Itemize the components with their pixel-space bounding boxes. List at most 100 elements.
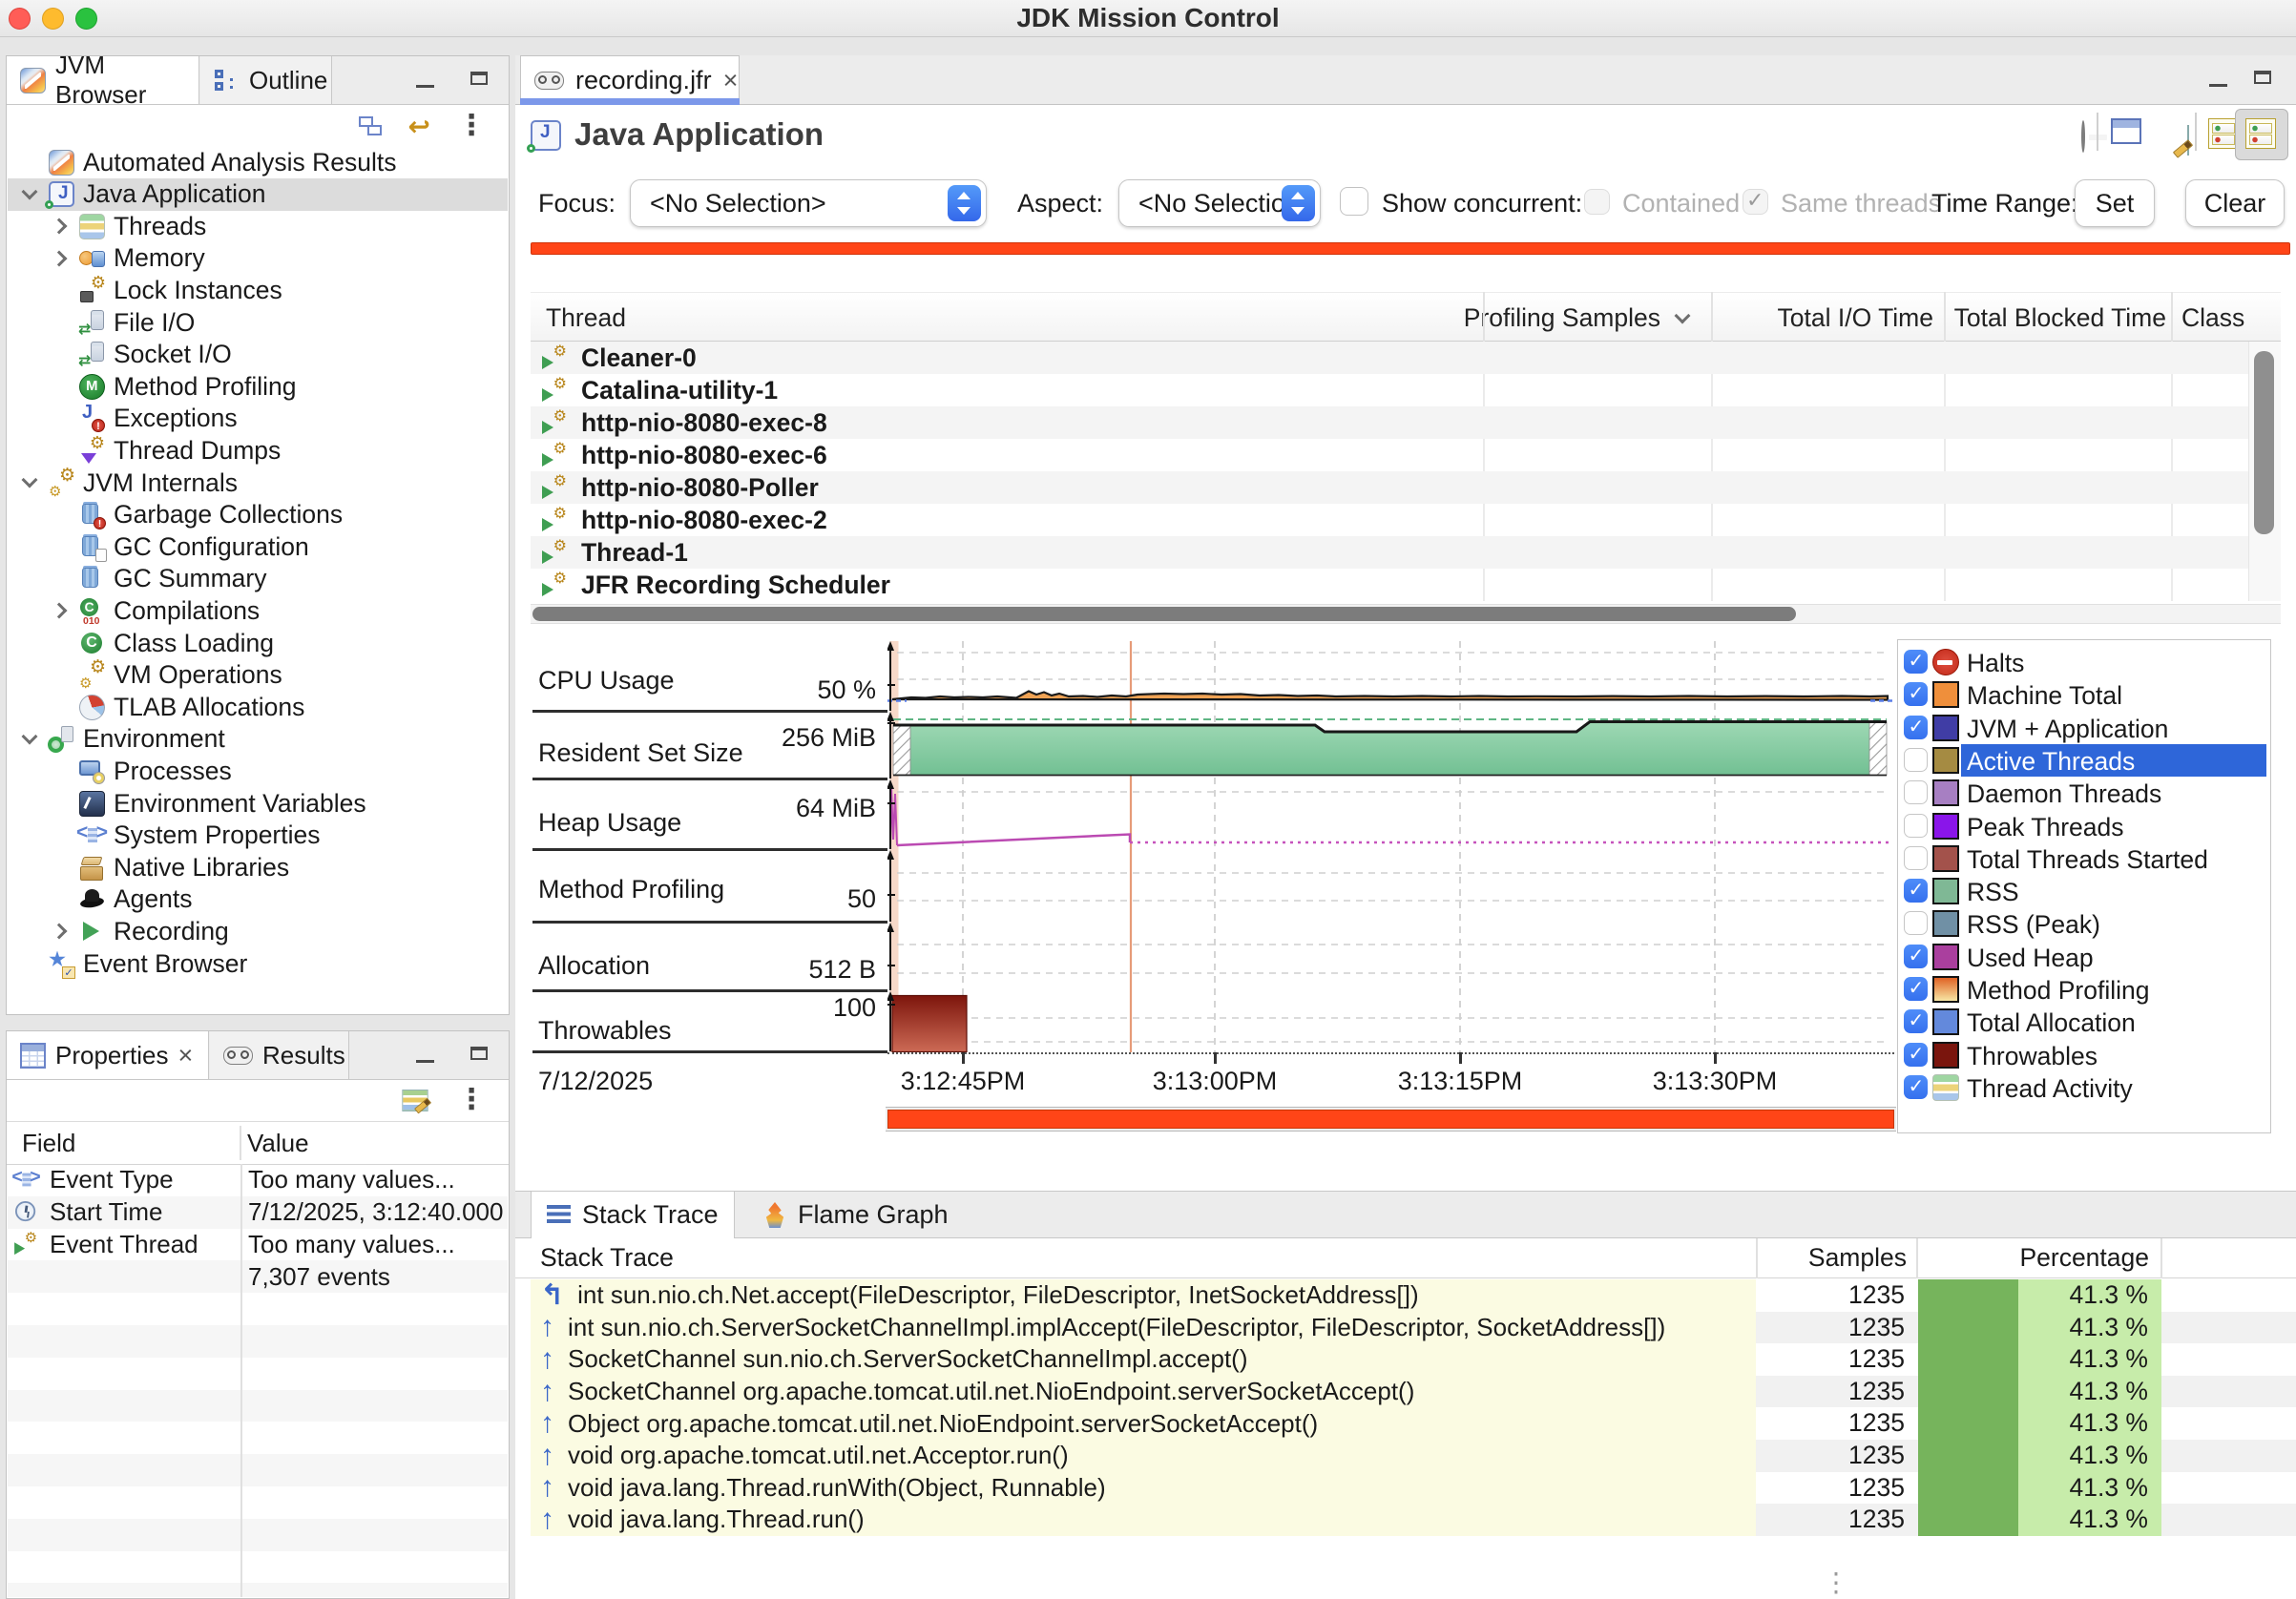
export-properties-icon[interactable] bbox=[402, 1090, 428, 1111]
property-row-empty[interactable] bbox=[8, 1293, 508, 1325]
contained-checkbox[interactable] bbox=[1584, 189, 1610, 215]
tree-item-compilations[interactable]: Compilations bbox=[8, 594, 508, 627]
property-row-empty[interactable] bbox=[8, 1358, 508, 1390]
thread-table-vscroll-thumb[interactable] bbox=[2254, 351, 2274, 534]
legend-checkbox-rss[interactable] bbox=[1904, 879, 1928, 903]
legend-checkbox-used-heap[interactable] bbox=[1904, 945, 1928, 968]
stack-frame-row[interactable]: ↑void java.lang.Thread.run()123541.3 % bbox=[515, 1504, 2296, 1536]
dropdown-stepper-icon[interactable] bbox=[948, 185, 981, 221]
property-row-empty[interactable] bbox=[8, 1454, 508, 1486]
show-concurrent-checkbox[interactable] bbox=[1340, 187, 1368, 216]
thread-row[interactable]: Cleaner-0 bbox=[531, 342, 2248, 374]
tree-item-tlab-allocations[interactable]: TLAB Allocations bbox=[8, 691, 508, 723]
class-column-header[interactable]: Class bbox=[2181, 303, 2264, 333]
stack-frame-row[interactable]: ↑int sun.nio.ch.ServerSocketChannelImpl.… bbox=[515, 1312, 2296, 1344]
legend-checkbox-daemon-threads[interactable] bbox=[1904, 780, 1928, 804]
view-menu-icon[interactable]: ⋮ bbox=[457, 1086, 486, 1114]
edit-table-columns-icon[interactable] bbox=[2187, 125, 2189, 156]
tree-item-native-libraries[interactable]: Native Libraries bbox=[8, 851, 508, 883]
total-blocked-time-column-header[interactable]: Total Blocked Time bbox=[1943, 303, 2166, 333]
legend-item-machine-total[interactable]: Machine Total bbox=[1898, 678, 2270, 711]
stack-frame-row[interactable]: ↑SocketChannel sun.nio.ch.ServerSocketCh… bbox=[515, 1343, 2296, 1376]
thread-row[interactable]: Catalina-utility-1 bbox=[531, 374, 2248, 406]
chevron-right-icon[interactable] bbox=[50, 216, 71, 237]
tree-item-exceptions[interactable]: Exceptions bbox=[8, 403, 508, 435]
tab-properties[interactable]: Properties × bbox=[7, 1031, 209, 1079]
tree-item-class-loading[interactable]: Class Loading bbox=[8, 627, 508, 659]
tree-item-lock-instances[interactable]: Lock Instances bbox=[8, 274, 508, 306]
legend-checkbox-rss-peak[interactable] bbox=[1904, 911, 1928, 935]
property-row[interactable]: 7,307 events bbox=[8, 1260, 508, 1293]
maximize-view-icon[interactable] bbox=[470, 1047, 488, 1060]
legend-checkbox-total-threads-started[interactable] bbox=[1904, 846, 1928, 870]
percentage-column-header[interactable]: Percentage bbox=[1924, 1243, 2149, 1273]
legend-checkbox-throwables[interactable] bbox=[1904, 1043, 1928, 1067]
maximize-editor-icon[interactable] bbox=[2254, 71, 2271, 84]
legend-item-throwables[interactable]: Throwables bbox=[1898, 1039, 2270, 1071]
stack-frame-row[interactable]: ↑SocketChannel org.apache.tomcat.util.ne… bbox=[515, 1376, 2296, 1408]
no-selection-icon[interactable] bbox=[2081, 120, 2085, 153]
chevron-down-icon[interactable] bbox=[19, 472, 40, 493]
legend-item-method-profiling[interactable]: Method Profiling bbox=[1898, 973, 2270, 1006]
chevron-right-icon[interactable] bbox=[50, 921, 71, 942]
property-row-empty[interactable] bbox=[8, 1486, 508, 1519]
chevron-right-icon[interactable] bbox=[50, 248, 71, 269]
tab-stack-trace[interactable]: Stack Trace bbox=[531, 1192, 735, 1238]
tree-item-vm-operations[interactable]: VM Operations bbox=[8, 659, 508, 692]
legend-checkbox-machine-total[interactable] bbox=[1904, 682, 1928, 706]
clear-button[interactable]: Clear bbox=[2185, 179, 2285, 227]
property-row-empty[interactable] bbox=[8, 1551, 508, 1584]
thread-row[interactable]: http-nio-8080-Poller bbox=[531, 471, 2248, 504]
tree-item-jvm-internals[interactable]: JVM Internals bbox=[8, 467, 508, 499]
property-row[interactable]: Event ThreadToo many values... bbox=[8, 1229, 508, 1261]
legend-item-total-allocation[interactable]: Total Allocation bbox=[1898, 1006, 2270, 1038]
set-button[interactable]: Set bbox=[2075, 179, 2155, 227]
time-range-indicator[interactable] bbox=[531, 242, 2290, 255]
legend-checkbox-peak-threads[interactable] bbox=[1904, 814, 1928, 838]
legend-item-rss-peak[interactable]: RSS (Peak) bbox=[1898, 907, 2270, 940]
tree-item-socket-i-o[interactable]: Socket I/O bbox=[8, 339, 508, 371]
property-row[interactable]: Event TypeToo many values... bbox=[8, 1164, 508, 1196]
profiling-samples-column-header[interactable]: Profiling Samples bbox=[1260, 303, 1660, 333]
value-column-header[interactable]: Value bbox=[247, 1129, 309, 1158]
stack-frame-row[interactable]: ↰int sun.nio.ch.Net.accept(FileDescripto… bbox=[515, 1279, 2296, 1312]
tree-item-gc-configuration[interactable]: GC Configuration bbox=[8, 530, 508, 563]
tree-item-java-application[interactable]: Java Application bbox=[8, 178, 508, 211]
tab-recording-jfr[interactable]: recording.jfr × bbox=[520, 55, 740, 104]
dropdown-stepper-icon[interactable] bbox=[1282, 185, 1315, 221]
legend-checkbox-jvm-application[interactable] bbox=[1904, 716, 1928, 739]
thread-table-hscroll-thumb[interactable] bbox=[532, 607, 1796, 621]
property-row-empty[interactable] bbox=[8, 1422, 508, 1454]
thread-row[interactable]: http-nio-8080-exec-2 bbox=[531, 504, 2248, 536]
minimize-view-icon[interactable] bbox=[416, 1047, 434, 1063]
tree-item-threads[interactable]: Threads bbox=[8, 210, 508, 242]
focus-dropdown[interactable]: <No Selection> bbox=[630, 179, 987, 227]
same-threads-checkbox[interactable]: ✓ bbox=[1743, 189, 1768, 215]
legend-item-thread-activity[interactable]: Thread Activity bbox=[1898, 1071, 2270, 1104]
stack-frame-row[interactable]: ↑Object org.apache.tomcat.util.net.NioEn… bbox=[515, 1407, 2296, 1440]
legend-item-peak-threads[interactable]: Peak Threads bbox=[1898, 810, 2270, 842]
property-row[interactable]: Start Time7/12/2025, 3:12:40.000 bbox=[8, 1196, 508, 1229]
tree-item-file-i-o[interactable]: File I/O bbox=[8, 306, 508, 339]
tree-item-system-properties[interactable]: System Properties bbox=[8, 820, 508, 852]
splitter-handle-icon[interactable]: ⋮ bbox=[1823, 1567, 1849, 1598]
thread-row[interactable]: http-nio-8080-exec-6 bbox=[531, 439, 2248, 471]
legend-checkbox-halts[interactable] bbox=[1904, 650, 1928, 674]
tree-item-event-browser[interactable]: Event Browser bbox=[8, 947, 508, 980]
tree-item-processes[interactable]: Processes bbox=[8, 755, 508, 787]
property-row-empty[interactable] bbox=[8, 1325, 508, 1358]
tree-item-agents[interactable]: Agents bbox=[8, 883, 508, 916]
tree-item-automated-analysis-results[interactable]: Automated Analysis Results bbox=[8, 146, 508, 178]
tab-results[interactable]: Results bbox=[210, 1031, 349, 1079]
tree-item-method-profiling[interactable]: Method Profiling bbox=[8, 370, 508, 403]
stack-frame-row[interactable]: ↑void org.apache.tomcat.util.net.Accepto… bbox=[515, 1440, 2296, 1472]
legend-checkbox-thread-activity[interactable] bbox=[1904, 1075, 1928, 1099]
tree-item-garbage-collections[interactable]: Garbage Collections bbox=[8, 499, 508, 531]
tree-item-memory[interactable]: Memory bbox=[8, 242, 508, 275]
stack-frame-row[interactable]: ↑void java.lang.Thread.runWith(Object, R… bbox=[515, 1472, 2296, 1505]
tab-flame-graph[interactable]: Flame Graph bbox=[748, 1192, 964, 1238]
range-selector-bar[interactable] bbox=[887, 1110, 1894, 1129]
chevron-down-icon[interactable] bbox=[19, 184, 40, 205]
tree-item-environment[interactable]: Environment bbox=[8, 723, 508, 756]
tree-item-recording[interactable]: Recording bbox=[8, 915, 508, 947]
